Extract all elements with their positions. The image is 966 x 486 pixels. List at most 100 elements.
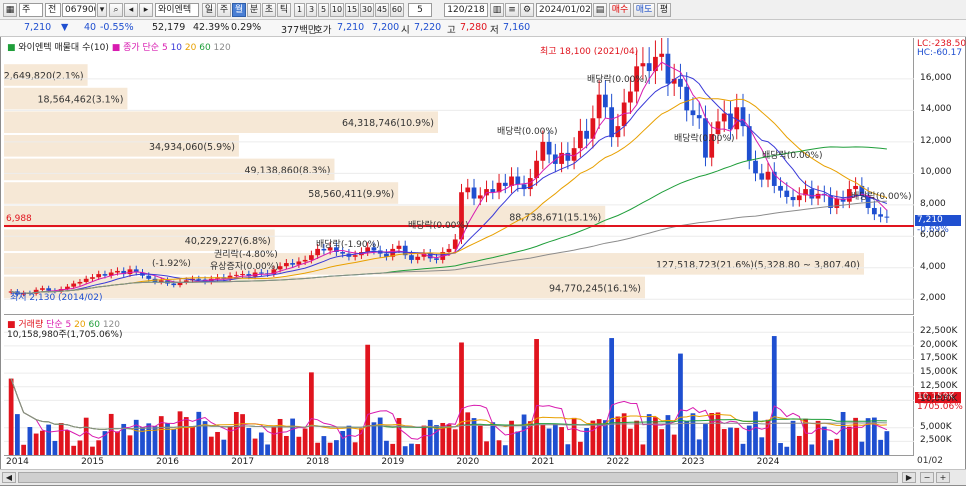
chart-annotation: 배당락(0.00%)	[762, 149, 822, 161]
interval-60-button[interactable]: 60	[390, 3, 404, 17]
volume-bar	[283, 435, 289, 455]
volume-y-tick: 2,500K	[920, 435, 952, 446]
volume-bar	[477, 425, 483, 455]
period-second-button[interactable]: 초	[262, 3, 276, 17]
candle	[540, 141, 546, 161]
volume-bar	[634, 420, 640, 455]
interval-10-button[interactable]: 10	[330, 3, 344, 17]
volume-bar	[571, 417, 577, 455]
candle	[115, 270, 120, 273]
interval-input[interactable]: 5	[408, 3, 432, 17]
price-y-tick: 16,000	[920, 72, 952, 83]
period-month-button[interactable]: 월	[232, 3, 246, 17]
count-field[interactable]: 120/218	[444, 3, 488, 17]
candle	[477, 195, 483, 199]
price-y-tick: 2,000	[920, 293, 946, 304]
zoom-in-icon[interactable]: +	[936, 472, 950, 483]
volume-profile: 12,649,820(2.1%) 18,564,462(3.1%) 64,318,7…	[0, 64, 864, 299]
horizontal-scrollbar[interactable]: ◀ ▶ − +	[0, 469, 966, 485]
volume-bar	[834, 438, 840, 455]
candle	[490, 189, 496, 193]
code-mode-toggle[interactable]: 전	[45, 3, 61, 17]
volume-bar	[790, 420, 796, 455]
candle	[340, 252, 346, 254]
volume-y-tick: 20,000K	[920, 339, 958, 350]
volume-bar	[640, 444, 646, 455]
interval-45-button[interactable]: 45	[375, 3, 389, 17]
scroll-left-icon[interactable]: ◀	[2, 472, 16, 483]
candle	[784, 190, 790, 197]
period-day-button[interactable]: 일	[202, 3, 216, 17]
volume-bar	[565, 444, 571, 455]
candle	[565, 152, 571, 161]
interval-30-button[interactable]: 30	[360, 3, 374, 17]
interval-1-button[interactable]: 1	[294, 3, 305, 17]
volume-bar	[40, 430, 45, 455]
price-panel[interactable]: 12,649,820(2.1%) 18,564,462(3.1%) 64,318,7…	[0, 37, 914, 315]
volume-bar	[628, 428, 633, 455]
x-axis-year: 2022	[606, 457, 630, 467]
volume-bar	[502, 445, 508, 455]
volume-bar	[365, 344, 371, 455]
period-tick-button[interactable]: 틱	[277, 3, 291, 17]
calendar-icon[interactable]: ▤	[593, 3, 607, 17]
candle	[721, 113, 727, 122]
candle	[446, 248, 452, 253]
buy-button[interactable]: 매수	[609, 3, 631, 17]
candle	[71, 283, 77, 287]
x-axis-year: 2021	[531, 457, 555, 467]
x-axis-year: 2019	[381, 457, 405, 467]
hc-label: HC:-60.17	[917, 48, 963, 58]
scroll-thumb[interactable]	[18, 472, 898, 483]
volume-bar	[859, 441, 865, 455]
interval-3-button[interactable]: 3	[306, 3, 317, 17]
price-y-tick: 14,000	[920, 104, 952, 115]
volume-chart[interactable]	[4, 316, 914, 455]
volume-bar	[809, 444, 815, 455]
scroll-right-icon[interactable]: ▶	[902, 472, 916, 483]
volume-bar	[734, 427, 740, 455]
period-week-button[interactable]: 주	[217, 3, 231, 17]
volume-bar	[190, 426, 195, 455]
volume-bar	[384, 440, 389, 455]
grid-icon[interactable]: ▦	[3, 3, 17, 17]
stock-code-input[interactable]: 067900	[62, 3, 96, 17]
price-chart[interactable]: 12,649,820(2.1%) 18,564,462(3.1%) 64,318,7…	[0, 37, 914, 315]
interval-15-button[interactable]: 15	[345, 3, 359, 17]
legend-ma-20: 20	[184, 43, 197, 53]
volume-bar	[346, 425, 352, 455]
next-arrow-icon[interactable]: ▸	[139, 3, 153, 17]
search-icon[interactable]: ⌕	[109, 3, 123, 17]
volume-bar	[377, 417, 383, 455]
volume-bar	[728, 427, 733, 455]
chart-type-icon[interactable]: ▥	[490, 3, 504, 17]
settings-icon[interactable]: ⚙	[520, 3, 534, 17]
chevron-down-icon[interactable]: ▾	[97, 3, 107, 17]
compare-icon[interactable]: ≡	[505, 3, 519, 17]
stock-name: 와이엔텍	[155, 3, 199, 17]
interval-5-button[interactable]: 5	[318, 3, 329, 17]
period-minute-button[interactable]: 분	[247, 3, 261, 17]
candle	[684, 86, 690, 111]
volume-panel[interactable]: ■ 거래량 단순 5 20 60 120 10,158,980주(1,705.0…	[4, 316, 914, 455]
volume-bar	[177, 411, 183, 455]
candle	[146, 275, 152, 279]
candle	[434, 258, 439, 260]
avg-button[interactable]: 평	[657, 3, 671, 17]
zoom-out-icon[interactable]: −	[920, 472, 934, 483]
legend-ma-120: 120	[213, 43, 231, 53]
volume-bar	[840, 411, 846, 455]
candle	[834, 198, 840, 208]
volume-bar	[221, 439, 227, 455]
volume-bar	[265, 444, 270, 455]
market-select[interactable]: 주	[19, 3, 43, 17]
x-axis-year: 2016	[156, 457, 180, 467]
volume-bar	[653, 417, 658, 455]
sell-button[interactable]: 매도	[633, 3, 655, 17]
current-price: 7,210	[24, 22, 52, 33]
candle	[471, 187, 477, 199]
volume-bar	[515, 431, 521, 455]
hoga-label: 호가	[314, 25, 332, 36]
prev-arrow-icon[interactable]: ◂	[124, 3, 138, 17]
date-input[interactable]: 2024/01/02	[536, 3, 592, 17]
